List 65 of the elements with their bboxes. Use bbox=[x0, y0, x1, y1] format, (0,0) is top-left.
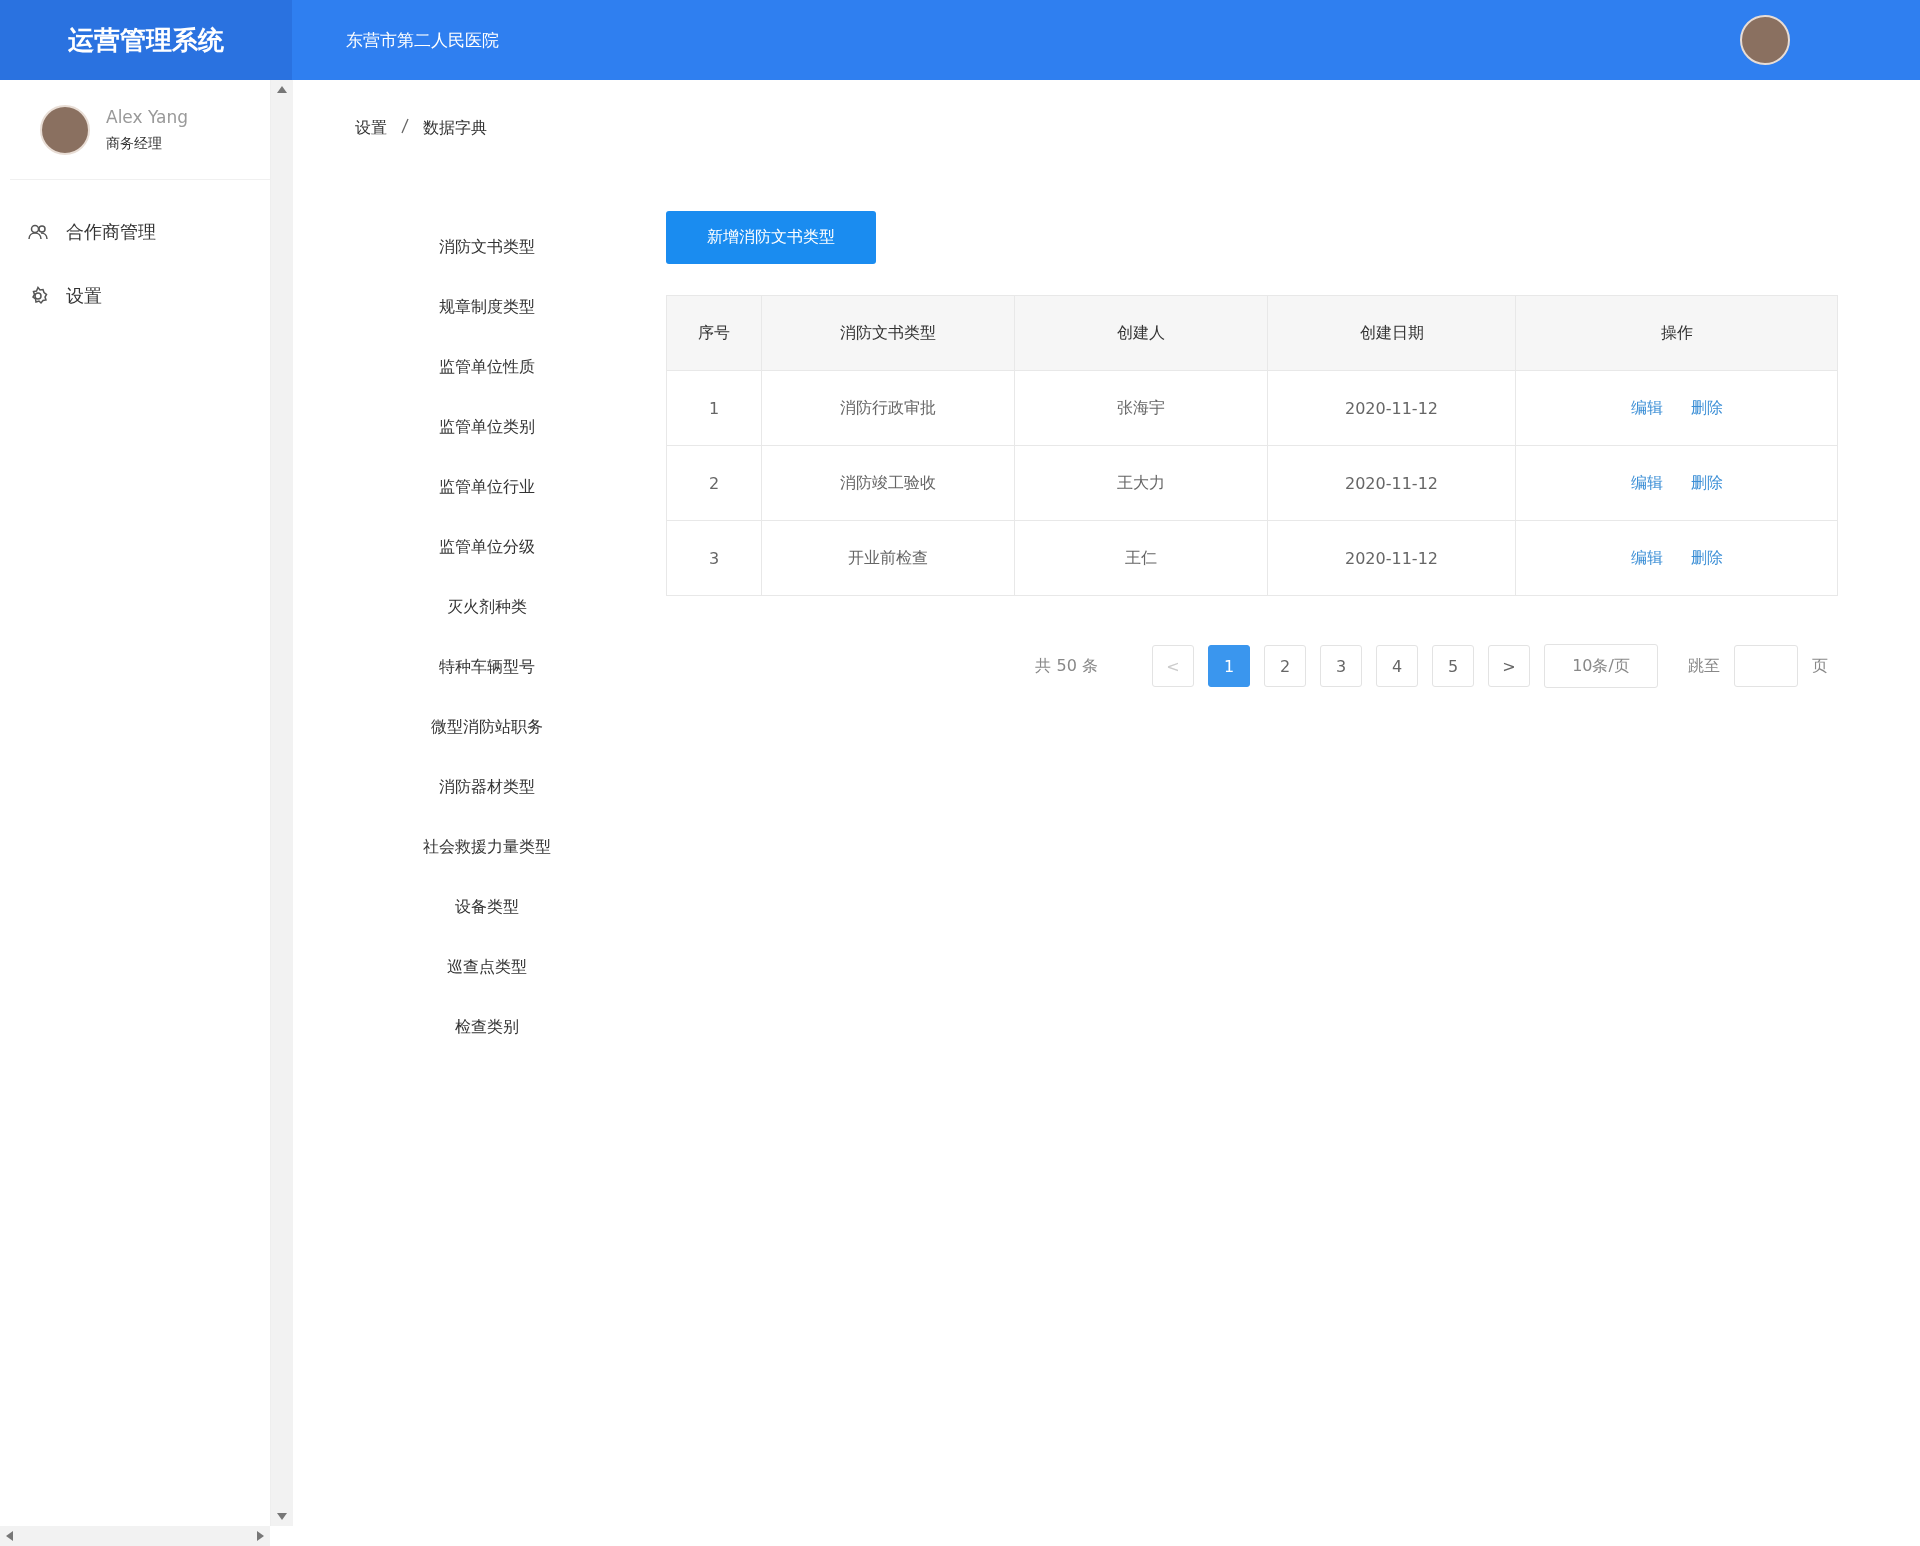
page-suffix: 页 bbox=[1812, 655, 1828, 677]
dictionary-menu-item[interactable]: 监管单位类别 bbox=[439, 417, 535, 477]
dictionary-menu-item[interactable]: 消防器材类型 bbox=[439, 777, 535, 837]
table-cell: 3 bbox=[666, 520, 762, 596]
dictionary-menu-item[interactable]: 监管单位性质 bbox=[439, 357, 535, 417]
table-cell: 消防竣工验收 bbox=[761, 445, 1015, 521]
dictionary-menu-item[interactable]: 设备类型 bbox=[455, 897, 519, 957]
total-count: 共 50 条 bbox=[1035, 655, 1098, 677]
page-button[interactable]: 2 bbox=[1264, 645, 1306, 687]
scroll-right-icon[interactable] bbox=[257, 1531, 264, 1541]
next-page-button[interactable]: > bbox=[1488, 645, 1530, 687]
scroll-down-icon[interactable] bbox=[277, 1513, 287, 1520]
edit-link[interactable]: 编辑 bbox=[1630, 547, 1663, 567]
edit-link[interactable]: 编辑 bbox=[1630, 397, 1663, 417]
avatar bbox=[40, 104, 90, 155]
column-header: 消防文书类型 bbox=[761, 295, 1015, 371]
dictionary-menu-item[interactable]: 微型消防站职务 bbox=[431, 717, 543, 777]
jump-label: 跳至 bbox=[1688, 655, 1720, 677]
app-title: 运营管理系统 bbox=[0, 0, 292, 80]
delete-link[interactable]: 删除 bbox=[1690, 472, 1723, 492]
scroll-left-icon[interactable] bbox=[6, 1531, 13, 1541]
table-cell: 2020-11-12 bbox=[1267, 370, 1516, 446]
column-header: 操作 bbox=[1515, 295, 1838, 371]
dictionary-menu-item[interactable]: 灭火剂种类 bbox=[447, 597, 527, 657]
table-cell: 2020-11-12 bbox=[1267, 445, 1516, 521]
column-header: 序号 bbox=[666, 295, 762, 371]
table-cell: 2 bbox=[666, 445, 762, 521]
table-cell: 消防行政审批 bbox=[761, 370, 1015, 446]
table-cell: 王仁 bbox=[1014, 520, 1268, 596]
table-cell: 王大力 bbox=[1014, 445, 1268, 521]
dictionary-menu-item[interactable]: 监管单位行业 bbox=[439, 477, 535, 537]
edit-link[interactable]: 编辑 bbox=[1630, 472, 1663, 492]
table-cell: 开业前检查 bbox=[761, 520, 1015, 596]
avatar[interactable] bbox=[1740, 15, 1790, 65]
page-button[interactable]: 4 bbox=[1376, 645, 1418, 687]
user-name: Alex Yang bbox=[106, 106, 188, 127]
page-size-select[interactable]: 10条/页 bbox=[1544, 644, 1658, 688]
dictionary-menu-item[interactable]: 消防文书类型 bbox=[439, 237, 535, 297]
organization-name: 东营市第二人民医院 bbox=[346, 28, 500, 52]
user-role: 商务经理 bbox=[106, 134, 163, 153]
table-cell: 1 bbox=[666, 370, 762, 446]
breadcrumb-item[interactable]: 数据字典 bbox=[423, 118, 487, 139]
page-button[interactable]: 5 bbox=[1432, 645, 1474, 687]
dictionary-menu-item[interactable]: 社会救援力量类型 bbox=[423, 837, 551, 897]
sidebar-item[interactable]: 合作商管理 bbox=[0, 200, 270, 264]
delete-link[interactable]: 删除 bbox=[1690, 547, 1723, 567]
table-cell: 张海宇 bbox=[1014, 370, 1268, 446]
column-header: 创建日期 bbox=[1267, 295, 1516, 371]
horizontal-scrollbar[interactable] bbox=[0, 1526, 270, 1546]
column-header: 创建人 bbox=[1014, 295, 1268, 371]
dictionary-menu-item[interactable]: 特种车辆型号 bbox=[439, 657, 535, 717]
sidebar-item[interactable]: 设置 bbox=[0, 264, 270, 328]
dictionary-menu-item[interactable]: 检查类别 bbox=[455, 1017, 519, 1077]
jump-page-input[interactable] bbox=[1734, 645, 1798, 687]
delete-link[interactable]: 删除 bbox=[1690, 397, 1723, 417]
page-button[interactable]: 3 bbox=[1320, 645, 1362, 687]
dictionary-menu-item[interactable]: 监管单位分级 bbox=[439, 537, 535, 597]
breadcrumb-item[interactable]: 设置 bbox=[355, 118, 387, 139]
dictionary-menu-item[interactable]: 规章制度类型 bbox=[439, 297, 535, 357]
slash-separator-icon bbox=[401, 118, 409, 134]
dictionary-menu-item[interactable]: 巡查点类型 bbox=[447, 957, 527, 1017]
table-cell: 2020-11-12 bbox=[1267, 520, 1516, 596]
vertical-scrollbar[interactable] bbox=[271, 80, 293, 1526]
users-icon bbox=[28, 223, 48, 241]
scroll-up-icon[interactable] bbox=[277, 86, 287, 93]
